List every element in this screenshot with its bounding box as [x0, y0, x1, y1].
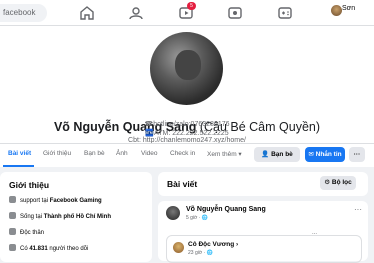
intro-card: Giới thiệu support tại Facebook Gaming S… — [0, 172, 152, 262]
home-location-icon — [9, 212, 16, 219]
profile-bio-line-2b: ☎hotline/zalo:0763286176 — [144, 121, 230, 128]
filter-button-label: Bộ lọc — [331, 179, 352, 186]
tab-videos[interactable]: Video — [141, 150, 158, 157]
shared-author-name[interactable]: Cô Độc Vương › — [188, 241, 238, 248]
intro-relationship: Độc thân — [9, 228, 44, 236]
posts-header-card: Bài viết ⚙ Bộ lọc — [158, 172, 368, 196]
profile-bio-line-3: 🏧ATM: 222.222.522.2225 — [145, 130, 229, 137]
message-button[interactable]: ✉ Nhắn tin — [305, 147, 345, 162]
groups-icon[interactable] — [226, 4, 244, 22]
more-options-button[interactable]: ··· — [349, 147, 365, 162]
intro-location-prefix: Sống tại — [20, 214, 44, 220]
post-card: Võ Nguyễn Quang Sang 5 giờ · 🌐 ··· Cô Độ… — [158, 201, 368, 263]
profile-avatar[interactable] — [148, 30, 225, 107]
filter-button[interactable]: ⚙ Bộ lọc — [320, 176, 356, 190]
shared-timestamp[interactable]: 23 giờ · 🌐 — [188, 250, 213, 256]
intro-work: support tại Facebook Gaming — [9, 196, 102, 204]
post-author-avatar[interactable] — [166, 206, 180, 220]
tab-about[interactable]: Giới thiệu — [43, 150, 71, 157]
tab-friends[interactable]: Bạn bè — [84, 150, 105, 157]
post-timestamp[interactable]: 5 giờ · 🌐 — [186, 215, 208, 221]
intro-work-link[interactable]: Facebook Gaming — [50, 198, 102, 204]
tab-more[interactable]: Xem thêm ▾ — [207, 150, 242, 158]
profile-tabs: Bài viết Giới thiệu Bạn bè Ảnh Video Che… — [0, 143, 374, 167]
tab-posts[interactable]: Bài viết — [8, 150, 31, 157]
heart-icon — [9, 228, 16, 235]
intro-followers-prefix: Có — [20, 246, 30, 252]
friends-icon[interactable] — [127, 4, 145, 22]
post-author-name[interactable]: Võ Nguyễn Quang Sang — [186, 206, 266, 213]
post-options-icon[interactable]: ··· — [354, 205, 362, 214]
profile-photo — [150, 32, 223, 105]
intro-location-link[interactable]: Thành phố Hồ Chí Minh — [44, 214, 111, 220]
messenger-icon: ✉ — [308, 151, 316, 158]
intro-location: Sống tại Thành phố Hồ Chí Minh — [9, 212, 111, 220]
intro-followers: Có 41.831 người theo dõi — [9, 244, 88, 252]
active-tab-indicator — [3, 165, 34, 167]
friends-check-icon: 👤 — [261, 151, 272, 158]
user-avatar[interactable] — [331, 5, 342, 16]
filter-icon: ⚙ — [324, 179, 332, 186]
friends-button[interactable]: 👤 Bạn bè — [254, 147, 300, 162]
followers-icon — [9, 244, 16, 251]
user-name[interactable]: Sơn — [342, 5, 355, 12]
home-icon[interactable] — [78, 4, 96, 22]
intro-title: Giới thiệu — [9, 180, 50, 190]
gaming-icon[interactable] — [276, 4, 294, 22]
intro-followers-count[interactable]: 41.831 — [29, 246, 47, 252]
shared-post[interactable]: Cô Độc Vương › 23 giờ · 🌐 — [166, 235, 362, 263]
top-navigation-bar: facebook 5 Sơn — [0, 0, 374, 26]
message-button-label: Nhắn tin — [315, 151, 342, 158]
shared-author-avatar[interactable] — [173, 242, 184, 253]
tab-photos[interactable]: Ảnh — [116, 150, 128, 157]
search-input[interactable]: facebook — [0, 4, 47, 22]
tab-check-in[interactable]: Check in — [170, 150, 195, 157]
intro-work-prefix: support tại — [20, 198, 50, 204]
posts-title: Bài viết — [167, 179, 198, 189]
intro-followers-suffix: người theo dõi — [47, 246, 89, 252]
notification-badge: 5 — [187, 2, 196, 10]
post-caption-placeholder: ... — [312, 230, 318, 236]
briefcase-icon — [9, 196, 16, 203]
friends-button-label: Bạn bè — [271, 151, 293, 158]
intro-relationship-text: Độc thân — [20, 230, 45, 236]
